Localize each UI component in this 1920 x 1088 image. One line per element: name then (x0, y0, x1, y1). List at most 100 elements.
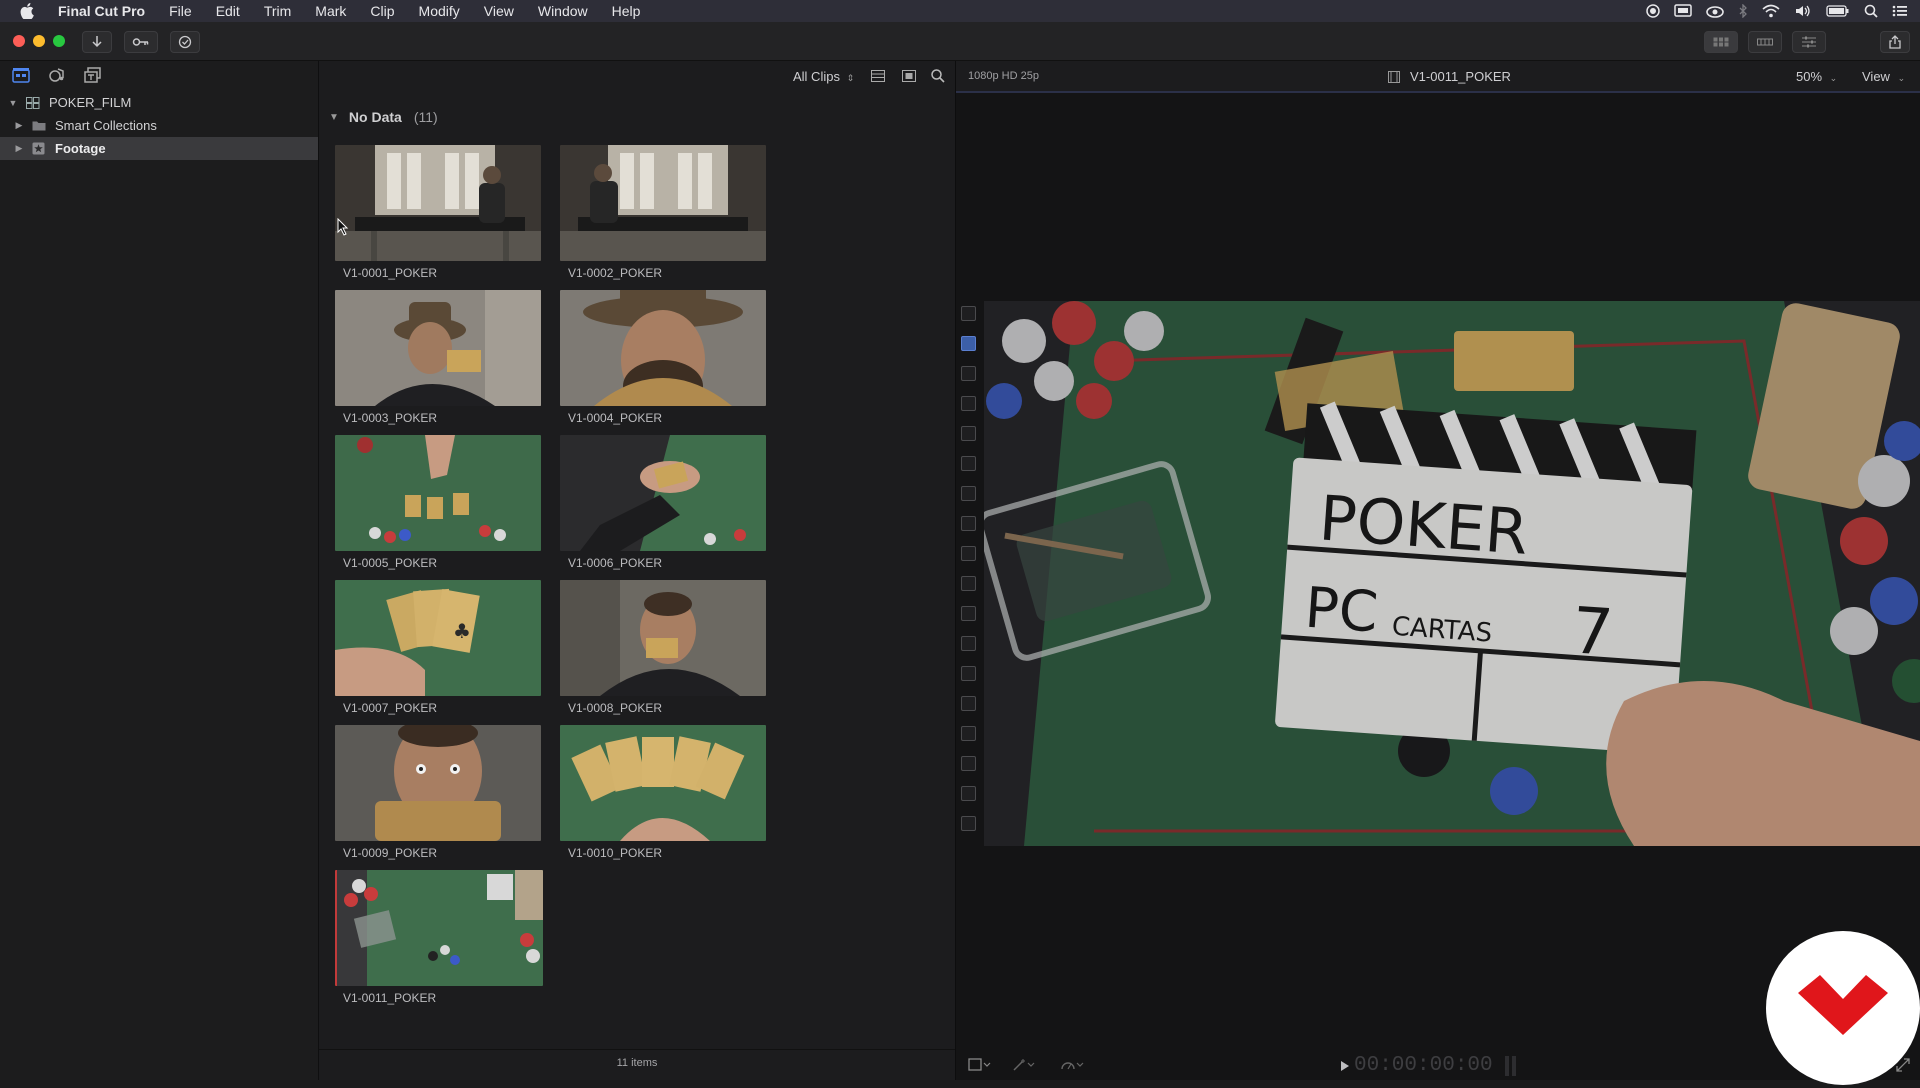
menu-help[interactable]: Help (600, 0, 653, 22)
timeline-icon (1757, 38, 1773, 46)
wifi-icon[interactable] (1762, 4, 1780, 18)
transform-tools-button[interactable] (968, 1058, 994, 1075)
clip-item[interactable]: V1-0006_POKER (560, 435, 766, 570)
clip-item[interactable]: V1-0002_POKER (560, 145, 766, 280)
checkbox[interactable] (961, 636, 976, 651)
close-window-button[interactable] (13, 35, 25, 47)
clip-thumbnail[interactable] (560, 145, 766, 261)
checkbox[interactable] (961, 426, 976, 441)
checkbox[interactable] (961, 306, 976, 321)
clip-thumbnail[interactable] (560, 725, 766, 841)
clip-name: V1-0009_POKER (343, 846, 438, 860)
group-count: (11) (413, 109, 438, 125)
clip-thumbnail[interactable] (560, 580, 766, 696)
checkbox[interactable] (961, 606, 976, 621)
menu-edit[interactable]: Edit (204, 0, 252, 22)
audio-meter-icon (1504, 1056, 1518, 1079)
checkbox[interactable] (961, 666, 976, 681)
status-area (1646, 0, 1908, 22)
disclosure-closed-icon[interactable]: ▶ (14, 143, 24, 154)
clip-group-header[interactable]: ▼ No Data (11) (329, 109, 438, 125)
menu-window[interactable]: Window (526, 0, 600, 22)
photos-audio-tab-icon[interactable] (48, 67, 66, 86)
disclosure-closed-icon[interactable]: ▶ (14, 120, 24, 131)
checkbox[interactable] (961, 696, 976, 711)
view-dropdown[interactable]: View ⌄ (1862, 69, 1905, 84)
clip-item[interactable]: V1-0011_POKER (335, 870, 543, 1005)
menu-clip[interactable]: Clip (358, 0, 406, 22)
enhancements-button[interactable] (1012, 1058, 1038, 1075)
spotlight-search-icon[interactable] (1864, 4, 1878, 18)
clip-thumbnail[interactable]: ♣ (335, 580, 541, 696)
clip-thumbnail[interactable] (560, 435, 766, 551)
clip-item[interactable]: V1-0009_POKER (335, 725, 541, 860)
minimize-window-button[interactable] (33, 35, 45, 47)
background-tasks-button[interactable] (170, 31, 200, 53)
zoom-window-button[interactable] (53, 35, 65, 47)
checkbox[interactable] (961, 546, 976, 561)
clip-item[interactable]: V1-0010_POKER (560, 725, 766, 860)
keywords-button[interactable] (124, 31, 158, 53)
clip-item[interactable]: V1-0003_POKER (335, 290, 541, 425)
clip-item[interactable]: V1-0004_POKER (560, 290, 766, 425)
sidebar-item-smart-collections[interactable]: ▶ Smart Collections (0, 114, 318, 137)
sidebar-item-footage[interactable]: ▶ Footage (0, 137, 318, 160)
checkbox[interactable] (961, 456, 976, 471)
viewer-clip-title: V1-0011_POKER (1388, 69, 1511, 84)
checkbox[interactable] (961, 366, 976, 381)
clip-thumbnail[interactable] (335, 290, 541, 406)
checkbox[interactable] (961, 336, 976, 351)
checkbox[interactable] (961, 726, 976, 741)
battery-icon[interactable] (1826, 4, 1850, 18)
library-row[interactable]: ▼ POKER_FILM (0, 91, 318, 114)
timeline-layout-button[interactable] (1748, 31, 1782, 53)
checkbox[interactable] (961, 576, 976, 591)
disclosure-open-icon[interactable]: ▼ (329, 112, 339, 123)
zoom-dropdown[interactable]: 50% ⌄ (1796, 69, 1837, 84)
clip-name: V1-0001_POKER (343, 266, 438, 280)
clip-thumbnail[interactable] (335, 145, 541, 261)
clip-thumbnail[interactable] (335, 870, 543, 986)
notification-center-icon[interactable] (1892, 4, 1908, 18)
menu-file[interactable]: File (157, 0, 204, 22)
clip-name: V1-0002_POKER (568, 266, 663, 280)
menu-mark[interactable]: Mark (303, 0, 358, 22)
checkbox[interactable] (961, 786, 976, 801)
checkbox[interactable] (961, 396, 976, 411)
play-icon[interactable] (1340, 1060, 1350, 1075)
clip-item[interactable]: V1-0005_POKER (335, 435, 541, 570)
record-icon[interactable] (1646, 4, 1660, 18)
clip-thumbnail[interactable] (335, 725, 541, 841)
volume-icon[interactable] (1794, 4, 1812, 18)
checkbox[interactable] (961, 516, 976, 531)
clip-thumbnail[interactable] (560, 290, 766, 406)
titles-generators-tab-icon[interactable] (84, 66, 102, 86)
retime-button[interactable] (1060, 1058, 1086, 1075)
disclosure-open-icon[interactable]: ▼ (8, 98, 18, 108)
filmstrip-view-icon[interactable] (902, 70, 916, 85)
menu-trim[interactable]: Trim (252, 0, 303, 22)
list-view-icon[interactable] (871, 70, 885, 85)
menu-view[interactable]: View (472, 0, 526, 22)
display-icon[interactable] (1674, 4, 1692, 18)
inspector-layout-button[interactable] (1792, 31, 1826, 53)
import-button[interactable] (82, 31, 112, 53)
libraries-layout-button[interactable] (1704, 31, 1738, 53)
creative-cloud-icon[interactable] (1706, 4, 1724, 18)
clip-item[interactable]: ♣ V1-0007_POKER (335, 580, 541, 715)
group-label: No Data (348, 109, 402, 125)
menu-modify[interactable]: Modify (407, 0, 472, 22)
clip-thumbnail[interactable] (335, 435, 541, 551)
clip-filter-dropdown[interactable]: All Clips ⇕ (793, 69, 854, 84)
clip-item[interactable]: V1-0001_POKER (335, 145, 541, 280)
checkbox[interactable] (961, 486, 976, 501)
menu-app-name[interactable]: Final Cut Pro (50, 0, 157, 22)
clip-item[interactable]: V1-0008_POKER (560, 580, 766, 715)
share-button[interactable] (1880, 31, 1910, 53)
libraries-tab-icon[interactable] (12, 67, 30, 86)
apple-icon[interactable] (20, 3, 36, 19)
bluetooth-icon[interactable] (1738, 4, 1748, 18)
checkbox[interactable] (961, 756, 976, 771)
checkbox[interactable] (961, 816, 976, 831)
search-icon[interactable] (931, 69, 945, 86)
